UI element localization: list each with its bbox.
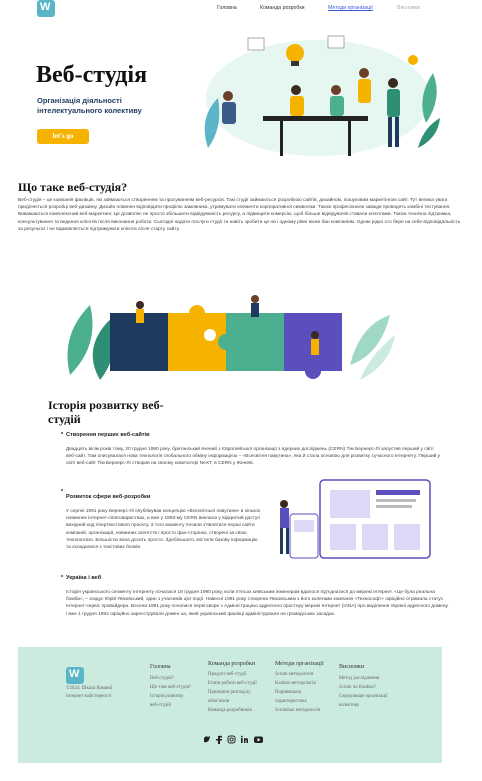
hero-subtitle: Організація діяльності інтелектуального … [37, 96, 142, 115]
nav-item-team[interactable]: Команда розробки [260, 5, 305, 11]
footer-link[interactable]: Команда розробників [208, 706, 274, 715]
footer-link[interactable]: Порівняльна [275, 688, 341, 697]
footer-column-conclusions: Висновки Метод дослідження Scrum чи Kanb… [339, 664, 407, 710]
footer-link[interactable]: Продукт веб-студії [208, 670, 274, 679]
bullet-icon [61, 432, 63, 434]
nav-item-conclusions[interactable]: Висновки [397, 5, 420, 11]
footer-link[interactable]: обов`язків [208, 697, 274, 706]
footer-link[interactable]: Веб-студія? [150, 674, 208, 683]
footer-copyright: ©2024, Шкала Команії інтернет майстернос… [66, 686, 113, 699]
footer-logo[interactable]: W [66, 667, 84, 684]
bullet-icon [61, 489, 63, 491]
history-item-text: У серпні 1991 року Бернерс-Лі опублікува… [66, 509, 261, 551]
history-item-title: Україна і веб [66, 575, 102, 581]
footer-link[interactable]: Метод дослідження [339, 674, 407, 683]
footer-link[interactable]: Scrum методологія [275, 670, 341, 679]
footer-column-methods: Методи організації Scrum методологія Kan… [275, 661, 341, 715]
about-text: Веб-студія – це компанія фахівців, які з… [18, 198, 461, 232]
footer-link[interactable]: веб-студій [150, 701, 208, 710]
history-item-title: Розвиток сфери веб-розробки [66, 494, 151, 500]
nav-item-methods[interactable]: Методи організації [328, 5, 373, 11]
twitter-icon[interactable] [204, 736, 210, 743]
footer-column-team: Команда розробки Продукт веб-студії Етап… [208, 661, 274, 715]
footer-column-home: Головна Веб-студія? Що таке веб-студія? … [150, 664, 208, 710]
lets-go-button[interactable]: let's go [37, 129, 89, 144]
linkedin-icon[interactable] [240, 735, 248, 743]
footer-link[interactable]: Scrumban методологія [275, 706, 341, 715]
page-title: Веб-студія [36, 62, 148, 88]
facebook-icon[interactable] [216, 735, 222, 744]
footer-link[interactable]: Етапи роботи веб-студії [208, 679, 274, 688]
puzzle-illustration [67, 295, 395, 380]
footer-link[interactable]: колективу [339, 701, 407, 710]
history-item-title: Створення перших веб-сайтів [66, 432, 150, 438]
footer-link[interactable]: Що таке веб-студія? [150, 683, 208, 692]
social-icons [204, 735, 263, 744]
footer-link[interactable]: Принципи розподілу [208, 688, 274, 697]
instagram-icon[interactable] [227, 735, 236, 744]
history-item-text: Двадцять вісім років тому, 20 грудня 199… [66, 447, 441, 467]
bullet-icon [61, 575, 63, 577]
logo[interactable]: W [37, 0, 55, 17]
history-title: Історія розвитку веб-студій [48, 398, 164, 426]
youtube-icon[interactable] [254, 736, 263, 744]
footer-link[interactable]: Kanban методологія [275, 679, 341, 688]
nav-item-home[interactable]: Головна [217, 5, 237, 11]
hero-illustration [204, 35, 440, 156]
web-dev-illustration [280, 479, 431, 559]
footer-link[interactable]: Scrum чи Kanban? [339, 683, 407, 692]
about-title: Що таке веб-студія? [18, 180, 128, 194]
footer-link[interactable]: Історія розвитку [150, 692, 208, 701]
footer-link[interactable]: Середовище організації [339, 692, 407, 701]
footer-link[interactable]: характеристика [275, 697, 341, 706]
history-item-text: Історія українського сегменту Інтернету … [66, 590, 449, 617]
